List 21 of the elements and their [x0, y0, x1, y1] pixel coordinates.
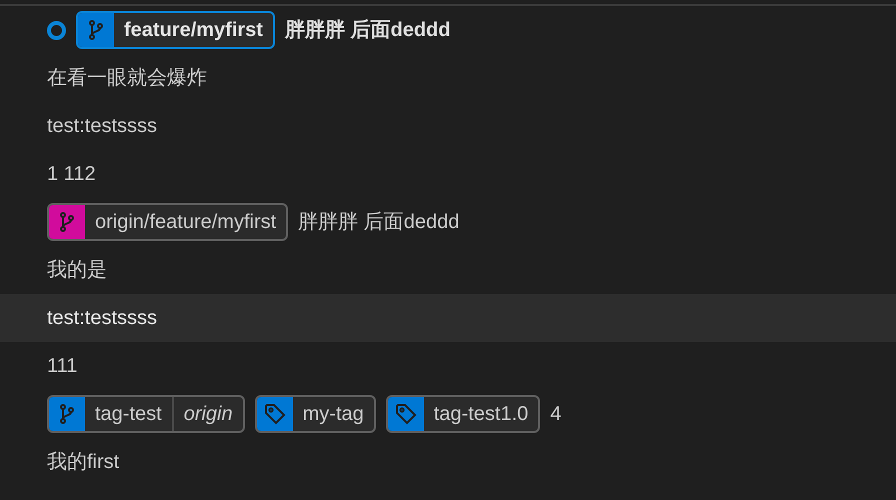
commit-message: 在看一眼就会爆炸 [47, 66, 207, 91]
commit-message: 4 [550, 402, 562, 427]
commit-message: 我的first [47, 450, 120, 475]
commit-message: 111 [47, 354, 78, 379]
commit-message: 胖胖胖 后面deddd [284, 18, 450, 43]
commit-message: 1 112 [47, 162, 96, 187]
branch-icon [60, 404, 74, 424]
tag-icon [264, 403, 286, 425]
commit-message: 我的是 [47, 258, 107, 283]
tag-badge[interactable]: my-tag [254, 395, 376, 433]
tag-badge[interactable]: tag-test1.0 [386, 395, 540, 433]
branch-badge[interactable]: origin/feature/myfirst [47, 203, 288, 241]
tag-icon [394, 403, 417, 425]
branch-badge[interactable]: tag-test origin [47, 395, 245, 433]
commit-message: test:testssss [47, 306, 158, 331]
commit-message: 胖胖胖 后面deddd [298, 210, 460, 235]
commit-message: test:testssss [47, 114, 158, 139]
commit-row[interactable]: test:testssss [0, 294, 896, 342]
branch-icon [60, 212, 74, 232]
branch-icon [89, 20, 103, 40]
branch-badge[interactable]: feature/myfirst [76, 11, 275, 49]
